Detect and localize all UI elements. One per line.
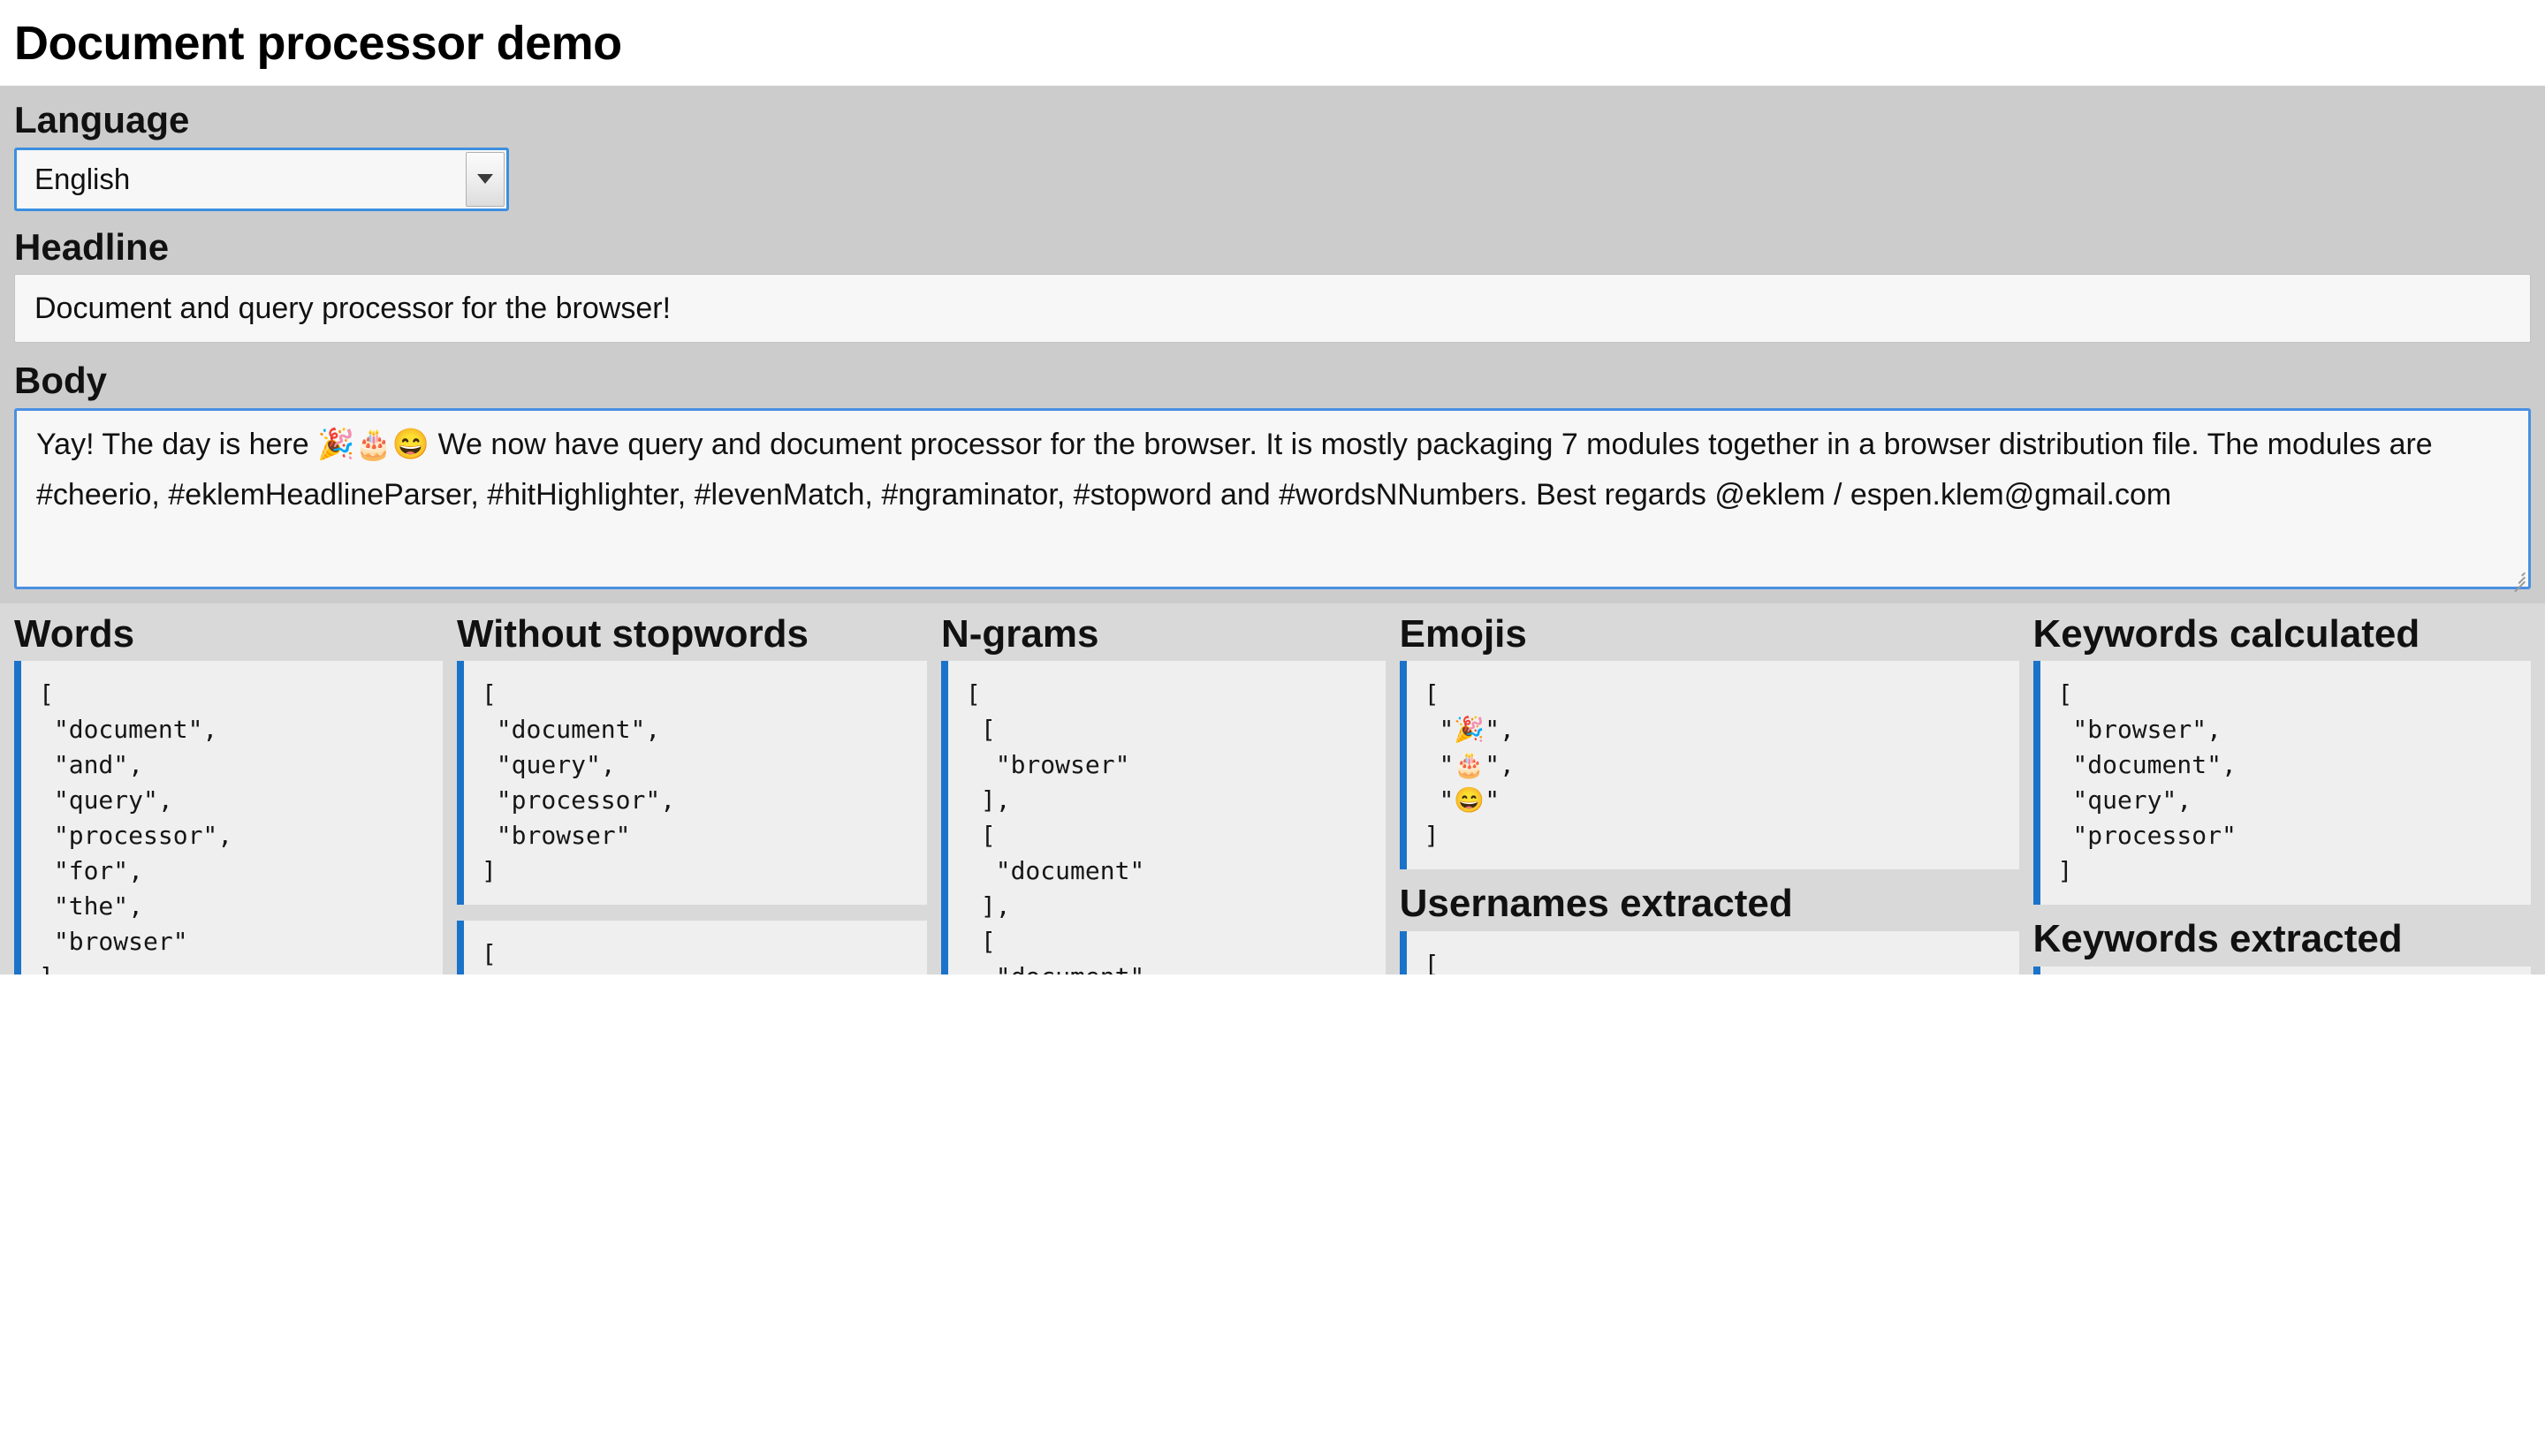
headline-input[interactable] xyxy=(14,274,2531,343)
ngrams-output: [ [ "browser" ], [ "document" ], [ "docu… xyxy=(941,661,1386,974)
language-select-wrapper[interactable]: English xyxy=(14,148,509,211)
column-ngrams: N-grams [ [ "browser" ], [ "document" ],… xyxy=(934,603,1393,974)
body-textarea-wrapper: Yay! The day is here 🎉🎂😄 We now have que… xyxy=(14,408,2531,589)
emojis-output: [ "🎉", "🎂", "😄" ] xyxy=(1400,661,2019,869)
language-select[interactable]: English xyxy=(14,148,509,211)
usernames-title: Usernames extracted xyxy=(1400,882,2019,925)
emojis-title: Emojis xyxy=(1400,612,2019,656)
keywords-calculated-title: Keywords calculated xyxy=(2033,612,2531,656)
without-stopwords-title: Without stopwords xyxy=(457,612,927,656)
keywords-extracted-output: [ "#cheerio", "#eklemheadlineparser", "#… xyxy=(2033,967,2531,974)
headline-label: Headline xyxy=(14,225,2531,269)
without-stopwords-headline-output: [ "document", "query", "processor", "bro… xyxy=(457,661,927,905)
form-section: Language English Headline Body Yay! The … xyxy=(0,86,2545,603)
column-without-stopwords: Without stopwords [ "document", "query",… xyxy=(450,603,934,974)
words-title: Words xyxy=(14,612,443,656)
column-keywords: Keywords calculated [ "browser", "docume… xyxy=(2026,603,2538,974)
page-title: Document processor demo xyxy=(0,0,2545,86)
ngrams-title: N-grams xyxy=(941,612,1386,656)
language-label: Language xyxy=(14,98,2531,142)
without-stopwords-body-output: [ "yay", "day", "query", "document", "pr… xyxy=(457,921,927,974)
results-grid: Words [ "document", "and", "query", "pro… xyxy=(0,603,2545,974)
body-label: Body xyxy=(14,359,2531,403)
keywords-calculated-output: [ "browser", "document", "query", "proce… xyxy=(2033,661,2531,905)
body-textarea[interactable]: Yay! The day is here 🎉🎂😄 We now have que… xyxy=(14,408,2531,589)
words-headline-output: [ "document", "and", "query", "processor… xyxy=(14,661,443,974)
column-words: Words [ "document", "and", "query", "pro… xyxy=(7,603,450,974)
usernames-output: [ "@eklem" ] xyxy=(1400,931,2019,974)
keywords-extracted-title: Keywords extracted xyxy=(2033,917,2531,960)
column-entities: Emojis [ "🎉", "🎂", "😄" ] Usernames extra… xyxy=(1393,603,2026,974)
